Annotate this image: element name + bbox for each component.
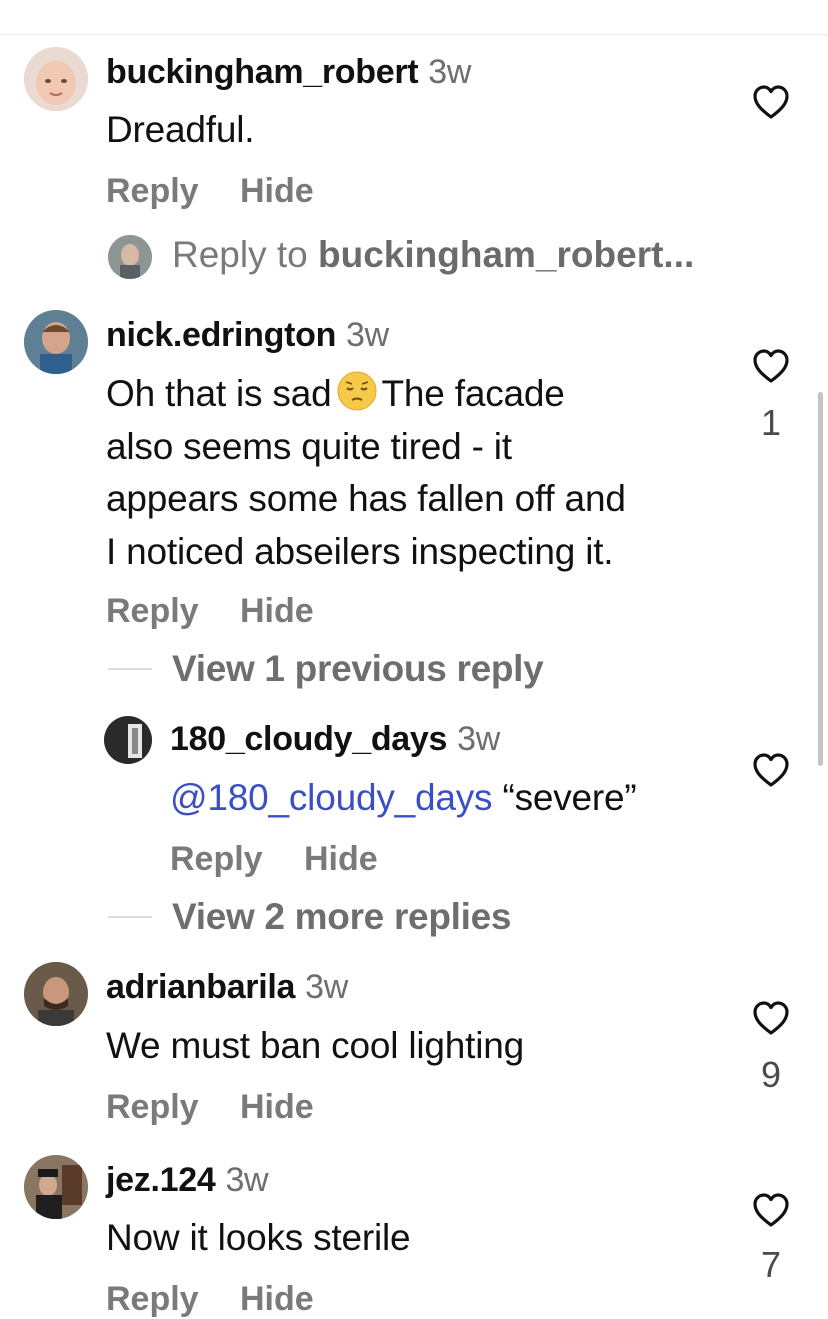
timestamp: 3w — [305, 968, 349, 1006]
hide-button[interactable]: Hide — [240, 172, 314, 211]
timestamp: 3w — [457, 720, 500, 758]
heart-icon[interactable] — [752, 1000, 790, 1036]
scrollbar[interactable] — [818, 392, 823, 766]
avatar[interactable] — [24, 47, 88, 111]
avatar[interactable] — [104, 716, 152, 764]
like-count: 9 — [760, 1054, 782, 1095]
reply-button[interactable]: Reply — [106, 172, 199, 211]
like-count: 7 — [760, 1244, 782, 1285]
heart-icon[interactable] — [752, 1192, 790, 1228]
avatar[interactable] — [24, 962, 88, 1026]
comment-text: We must ban cool lighting — [106, 1025, 524, 1066]
thread-line — [108, 916, 152, 918]
hide-button[interactable]: Hide — [240, 592, 314, 631]
hide-button[interactable]: Hide — [304, 840, 378, 879]
thread-line — [108, 668, 152, 670]
reply-button[interactable]: Reply — [106, 592, 199, 631]
username[interactable]: 180_cloudy_days 3w — [170, 720, 500, 759]
username[interactable]: buckingham_robert 3w — [106, 53, 471, 92]
view-more-replies-button[interactable]: View 2 more replies — [172, 896, 511, 938]
comment-text: Now it looks sterile — [106, 1217, 411, 1258]
username[interactable]: adrianbarila 3w — [106, 968, 348, 1007]
hide-button[interactable]: Hide — [240, 1088, 314, 1127]
heart-icon[interactable] — [752, 752, 790, 788]
comment-text: Oh that is sad The facade also seems quit… — [106, 368, 746, 578]
heart-icon[interactable] — [752, 348, 790, 384]
avatar[interactable] — [24, 1155, 88, 1219]
top-divider — [0, 34, 828, 35]
reply-to-input[interactable]: Reply to buckingham_robert... — [172, 234, 694, 276]
timestamp: 3w — [428, 53, 472, 91]
comment-text: @180_cloudy_days “severe” — [170, 777, 637, 818]
mention-link[interactable]: @180_cloudy_days — [170, 777, 493, 818]
reply-target: buckingham_robert... — [318, 234, 695, 275]
comment-text: Dreadful. — [106, 109, 255, 150]
heart-icon[interactable] — [752, 84, 790, 120]
my-avatar — [108, 235, 152, 279]
timestamp: 3w — [346, 316, 389, 354]
avatar[interactable] — [24, 310, 88, 374]
timestamp: 3w — [225, 1161, 269, 1199]
like-count: 1 — [760, 402, 782, 443]
username[interactable]: jez.124 3w — [106, 1161, 269, 1200]
pensive-face-icon — [336, 370, 378, 412]
reply-button[interactable]: Reply — [170, 840, 263, 879]
username[interactable]: nick.edrington 3w — [106, 316, 389, 355]
view-previous-replies-button[interactable]: View 1 previous reply — [172, 648, 544, 690]
reply-button[interactable]: Reply — [106, 1088, 199, 1127]
